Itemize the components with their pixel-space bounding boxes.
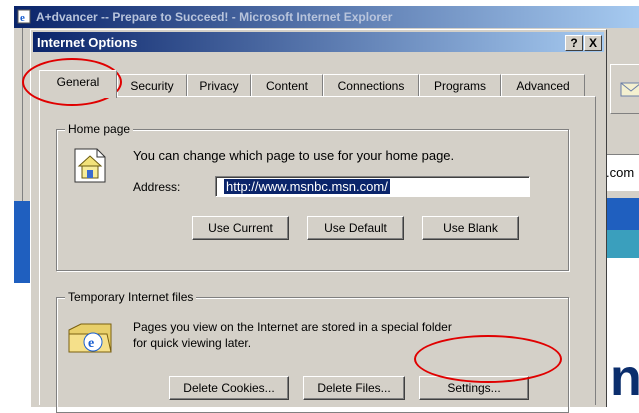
tab-security[interactable]: Security (117, 74, 187, 97)
general-tab-panel: Home page You can change which page to u… (39, 96, 596, 413)
browser-page-content: ne (604, 198, 639, 406)
home-page-icon (74, 148, 106, 183)
browser-titlebar: e A+dvancer -- Prepare to Succeed! - Mic… (14, 6, 639, 28)
internet-options-dialog: Internet Options ? X General Security Pr… (30, 29, 607, 413)
dialog-title: Internet Options (37, 35, 138, 50)
browser-address-fragment: .com (606, 165, 635, 180)
temp-files-description-line1: Pages you view on the Internet are store… (133, 320, 452, 334)
page-band (604, 230, 639, 258)
temp-files-group: Temporary Internet files e Pages you vie… (56, 290, 569, 413)
home-page-group: Home page You can change which page to u… (56, 122, 569, 271)
temp-files-description-line2: for quick viewing later. (133, 336, 252, 350)
tab-advanced[interactable]: Advanced (501, 74, 585, 97)
settings-button[interactable]: Settings... (419, 376, 529, 400)
address-label: Address: (133, 180, 181, 194)
address-value: http://www.msnbc.msn.com/ (224, 179, 390, 194)
home-page-address-field[interactable]: http://www.msnbc.msn.com/ (215, 176, 530, 197)
page-heading-fragment: ne (610, 349, 639, 406)
use-current-button[interactable]: Use Current (192, 216, 289, 240)
home-page-group-label: Home page (65, 122, 134, 136)
envelope-icon (620, 82, 639, 97)
use-blank-button[interactable]: Use Blank (422, 216, 519, 240)
ie-folder-icon: e (68, 323, 112, 353)
dialog-titlebar: Internet Options ? X (33, 32, 604, 52)
ie-page-icon: e (17, 9, 31, 24)
page-banner (604, 198, 639, 230)
close-button[interactable]: X (584, 35, 602, 51)
delete-cookies-button[interactable]: Delete Cookies... (169, 376, 289, 400)
delete-files-button[interactable]: Delete Files... (303, 376, 405, 400)
tab-connections[interactable]: Connections (323, 74, 419, 97)
temp-files-group-label: Temporary Internet files (65, 290, 197, 304)
home-page-description: You can change which page to use for you… (133, 148, 455, 163)
browser-address-bar[interactable]: .com (604, 154, 639, 191)
tab-content[interactable]: Content (251, 74, 323, 97)
browser-title: A+dvancer -- Prepare to Succeed! - Micro… (36, 10, 393, 24)
use-default-button[interactable]: Use Default (307, 216, 404, 240)
help-button[interactable]: ? (565, 35, 583, 51)
svg-text:e: e (88, 336, 94, 351)
tab-general[interactable]: General (39, 70, 117, 98)
svg-text:e: e (20, 12, 25, 24)
tab-privacy[interactable]: Privacy (187, 74, 251, 97)
tab-programs[interactable]: Programs (419, 74, 501, 97)
